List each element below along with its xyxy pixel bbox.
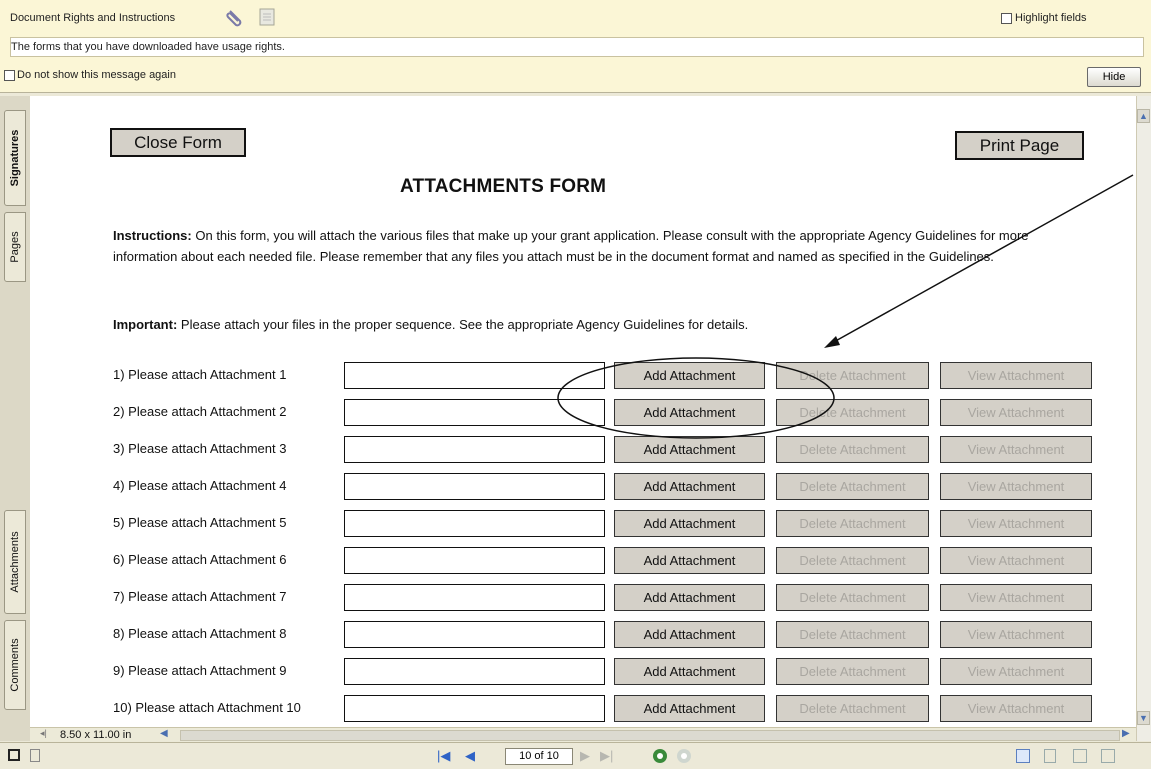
scroll-left-icon[interactable]: ◀: [160, 728, 168, 739]
go-back-icon[interactable]: [652, 748, 668, 769]
annotation-arrowhead: [824, 336, 840, 348]
scroll-right-icon[interactable]: ▶: [1122, 728, 1130, 739]
scroll-down-icon[interactable]: ▼: [1137, 711, 1150, 725]
facing-layout-icon[interactable]: [1073, 749, 1087, 763]
single-page-layout-icon[interactable]: [1016, 749, 1030, 763]
previous-page-icon[interactable]: ◀: [465, 748, 475, 764]
continuous-layout-icon[interactable]: [1044, 749, 1056, 763]
single-page-icon[interactable]: [8, 749, 20, 761]
vertical-scrollbar[interactable]: [1136, 96, 1151, 741]
scroll-up-icon[interactable]: ▲: [1137, 109, 1150, 123]
page-number-field[interactable]: 10 of 10: [505, 748, 573, 765]
annotation-arrow-line: [831, 174, 1134, 344]
document-view-icon[interactable]: [30, 749, 40, 762]
bottom-navigation-bar: [0, 742, 1151, 769]
annotation-overlay: [557, 174, 1134, 439]
continuous-facing-layout-icon[interactable]: [1101, 749, 1115, 763]
highlight-ellipse: [557, 357, 835, 439]
horizontal-scrollbar[interactable]: [180, 730, 1120, 741]
page-size-readout: 8.50 x 11.00 in: [60, 729, 132, 741]
next-page-icon[interactable]: ▶: [580, 748, 590, 764]
last-page-icon[interactable]: ▶|: [600, 748, 613, 764]
collapse-icon[interactable]: ◂|: [40, 728, 47, 739]
first-page-icon[interactable]: |◀: [437, 748, 450, 764]
go-forward-icon[interactable]: [676, 748, 692, 769]
status-bar: ◂| 8.50 x 11.00 in ◀ ▶: [30, 727, 1136, 743]
